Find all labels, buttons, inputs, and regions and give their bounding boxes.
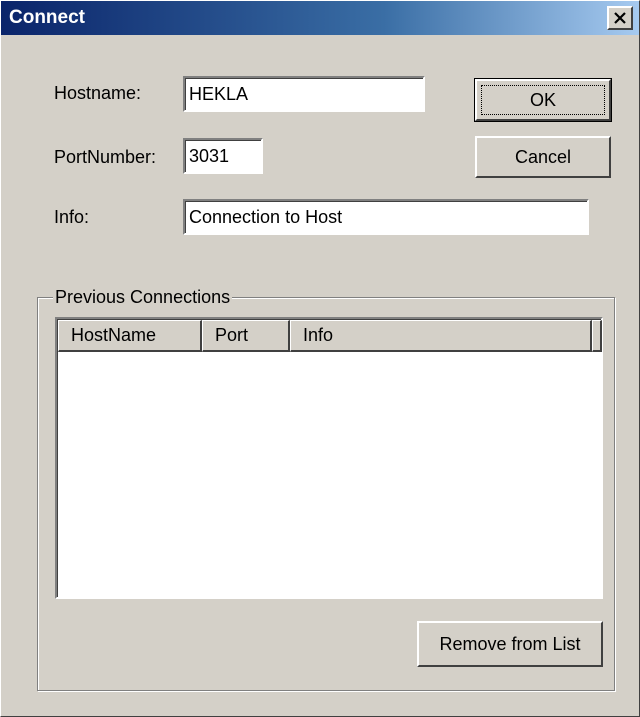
focus-rect (481, 85, 605, 115)
remove-from-list-label: Remove from List (439, 633, 581, 654)
previous-connections-title: Previous Connections (53, 287, 233, 307)
info-label: Info: (54, 207, 90, 227)
ok-button[interactable]: OK (474, 78, 612, 122)
column-header-port[interactable]: Port (202, 320, 290, 352)
info-input[interactable] (183, 199, 589, 235)
list-header: HostName Port Info (58, 320, 602, 352)
cancel-button[interactable]: Cancel (475, 136, 611, 178)
hostname-label: Hostname: (54, 83, 142, 103)
previous-connections-list[interactable]: HostName Port Info (55, 317, 603, 599)
connect-dialog: Connect Hostname: PortNumber: Info: OK C… (0, 0, 640, 717)
hostname-input[interactable] (183, 76, 425, 112)
port-input[interactable] (183, 138, 263, 174)
column-header-info[interactable]: Info (290, 320, 592, 352)
close-button[interactable] (607, 6, 633, 30)
window-title: Connect (9, 7, 85, 28)
column-header-hostname[interactable]: HostName (58, 320, 202, 352)
column-header-filler (592, 320, 602, 352)
close-icon (614, 12, 626, 24)
cancel-button-label: Cancel (514, 146, 572, 167)
title-bar: Connect (1, 1, 639, 35)
port-label: PortNumber: (54, 147, 157, 167)
remove-from-list-button[interactable]: Remove from List (417, 621, 603, 667)
